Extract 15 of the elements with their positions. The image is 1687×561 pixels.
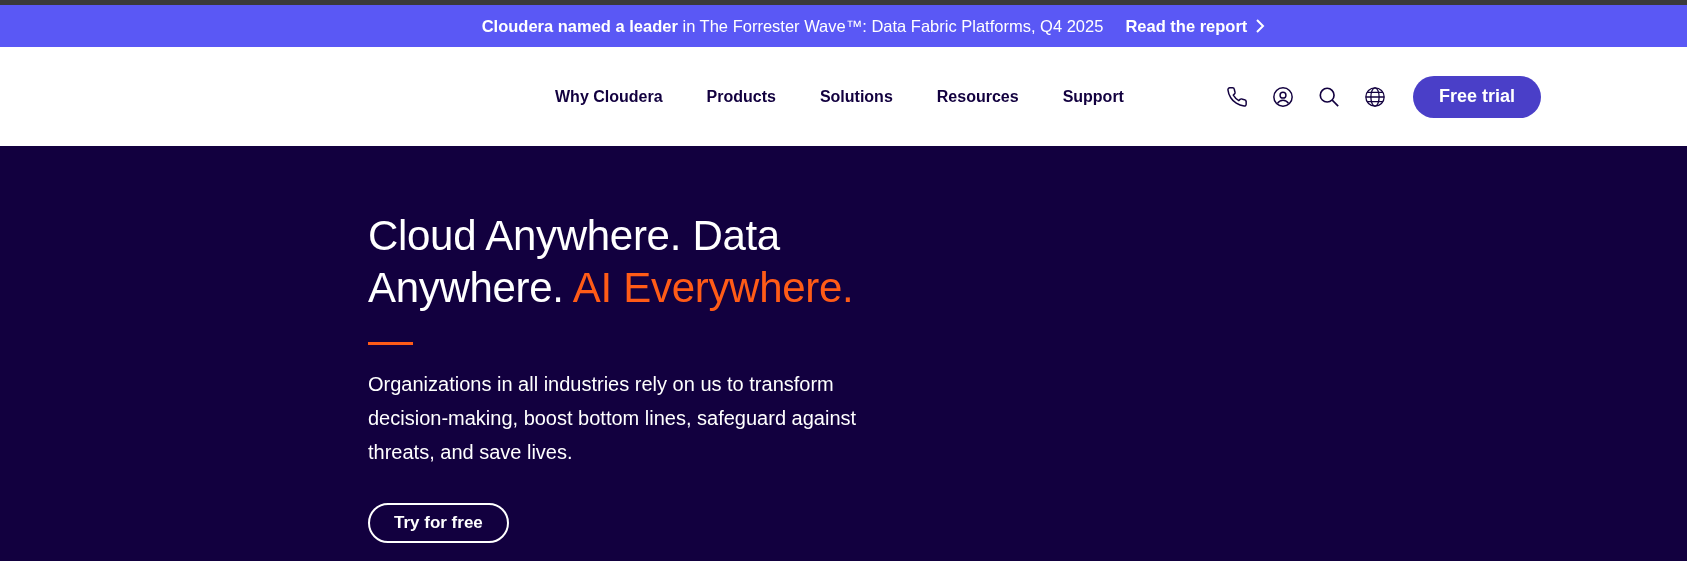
nav-link[interactable]: Resources (936, 87, 1019, 106)
hero-headline: Cloud Anywhere. Data Anywhere. AI Everywhere. (368, 211, 855, 313)
nav-link[interactable]: Products (706, 87, 776, 106)
nav-link[interactable]: Support (1062, 87, 1124, 106)
announcement-text: Cloudera named a leader in The Forrester Wave™: Data Fabric Platforms, Q4 2025 (481, 16, 1104, 36)
user-icon[interactable] (1270, 84, 1295, 109)
hero-description: Organizations in all industries rely on us to transform decision-making, boost bottom lines, safeguard against threats, and save lives. (368, 372, 858, 465)
globe-icon[interactable] (1362, 84, 1387, 109)
phone-icon[interactable] (1224, 84, 1249, 109)
chevron-right-icon (1255, 19, 1266, 33)
nav-link[interactable]: Why Cloudera (555, 87, 663, 106)
read-report-link[interactable]: Read the report (1125, 16, 1266, 36)
try-for-free-button[interactable]: Try for free (368, 503, 509, 543)
nav-link[interactable]: Solutions (819, 87, 893, 106)
free-trial-button[interactable]: Free trial (1412, 75, 1541, 118)
